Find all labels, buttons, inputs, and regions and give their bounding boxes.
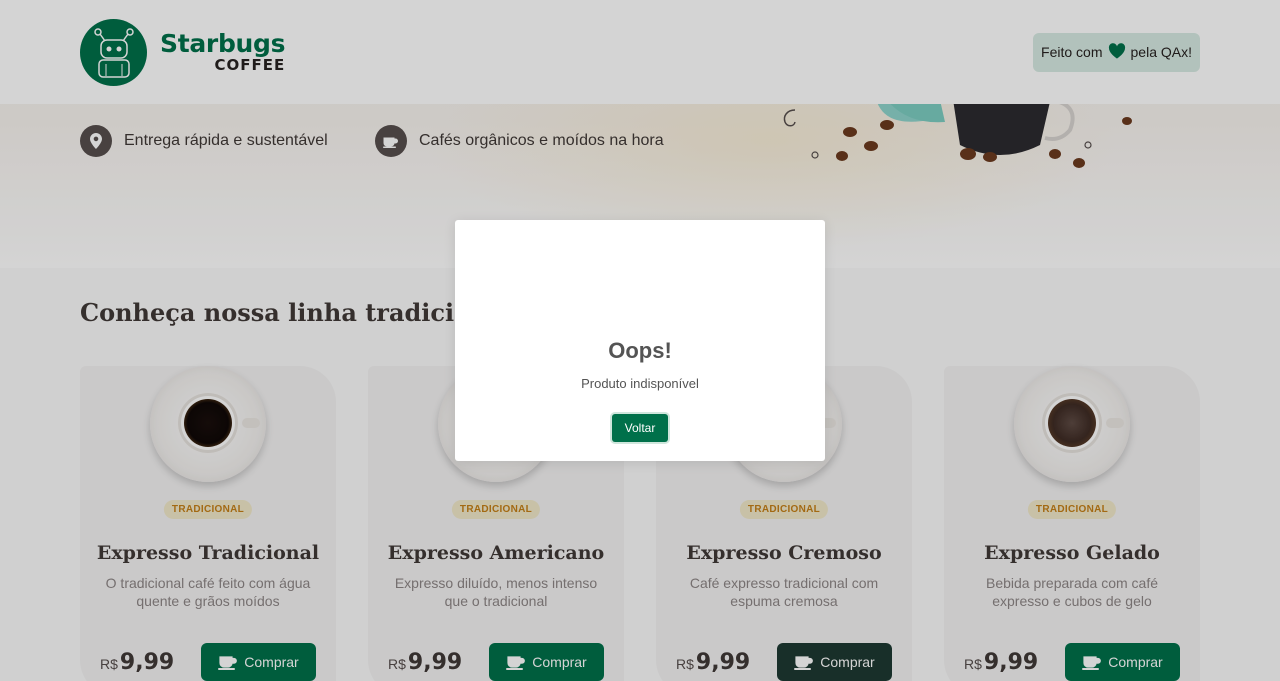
dialog-title: Oops! bbox=[608, 338, 672, 363]
dialog-message: Produto indisponível bbox=[581, 376, 699, 391]
back-button[interactable]: Voltar bbox=[612, 414, 668, 442]
unavailable-product-dialog: Oops! Produto indisponível Voltar bbox=[455, 220, 825, 461]
